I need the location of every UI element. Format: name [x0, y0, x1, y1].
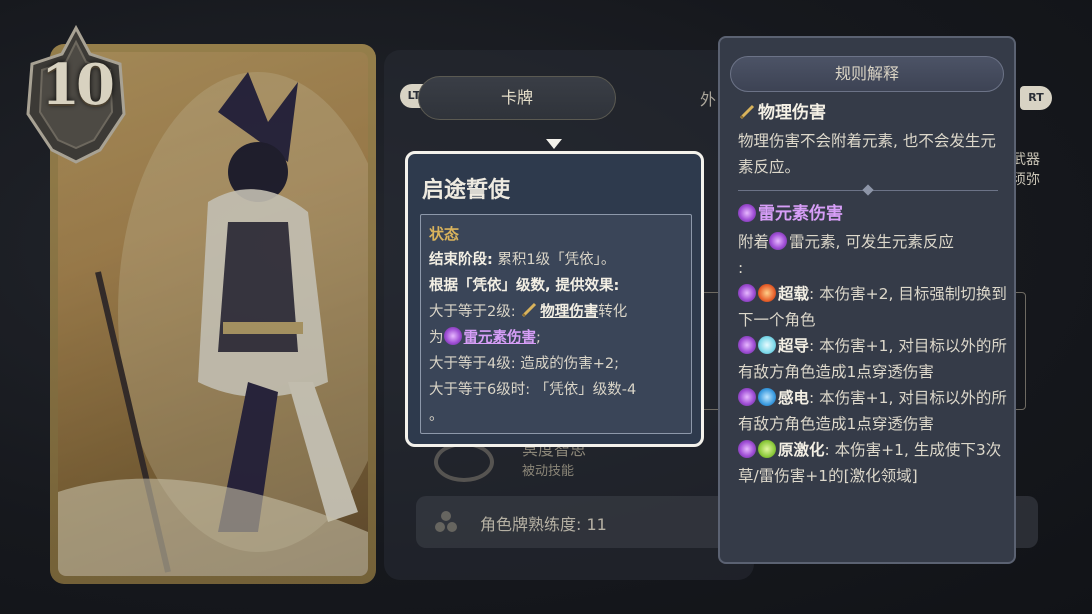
status-section-label: 状态: [429, 225, 460, 243]
level2-mid: 转化: [598, 304, 628, 320]
status-title: 启途誓使: [422, 178, 511, 203]
side-info-line: 须弥: [1012, 172, 1040, 188]
rule-tooltip: 规则解释 物理伤害 物理伤害不会附着元素, 也不会发生元素反应。 雷元素伤害 附…: [718, 36, 1016, 564]
divider: [738, 186, 998, 195]
reaction-name: 超载: [778, 285, 810, 303]
status-line: 大于等于4级: 造成的伤害+2;: [429, 356, 619, 372]
reaction-quicken: 原激化: 本伤害+1, 生成使下3次草/雷伤害+1的[激化领域]: [738, 437, 1008, 489]
electro-icon: [738, 440, 756, 458]
electro-icon: [738, 284, 756, 302]
mastery-icon: [435, 511, 457, 532]
tooltip-pointer-icon: [546, 139, 562, 149]
rt-button[interactable]: RT: [1020, 86, 1052, 110]
reaction-name: 感电: [778, 389, 810, 407]
status-line: 结束阶段: 累积1级「凭依」。: [429, 247, 683, 273]
status-line-bold: 结束阶段:: [429, 252, 493, 268]
physical-section-title: 物理伤害: [738, 98, 1008, 128]
electro-icon: [738, 204, 756, 222]
physical-title-text: 物理伤害: [758, 103, 826, 123]
eye-icon: [434, 442, 494, 482]
side-info-line: 武器: [1012, 152, 1040, 168]
reaction-name: 超导: [778, 337, 810, 355]
electro-desc-pre: 附着: [738, 233, 770, 251]
level2-end: ;: [536, 330, 541, 346]
dendro-icon: [758, 440, 776, 458]
status-line: 为 雷元素伤害;: [429, 325, 683, 351]
status-line: 。: [429, 408, 444, 424]
electro-description: 附着 雷元素, 可发生元素反应: [738, 229, 1008, 255]
physical-description: 物理伤害不会附着元素, 也不会发生元素反应。: [738, 132, 996, 176]
tab-card[interactable]: 卡牌: [418, 76, 616, 120]
rule-body: 物理伤害 物理伤害不会附着元素, 也不会发生元素反应。 雷元素伤害 附着 雷元素,…: [738, 98, 1008, 489]
reaction-electro-charged: 感电: 本伤害+1, 对目标以外的所有敌方角色造成1点穿透伤害: [738, 385, 1008, 437]
level2-for: 为: [429, 330, 444, 346]
side-info: 武器 须弥: [1012, 150, 1040, 190]
reaction-overloaded: 超载: 本伤害+2, 目标强制切换到下一个角色: [738, 281, 1008, 333]
physical-icon: [522, 302, 537, 318]
level2-prefix: 大于等于2级:: [429, 304, 521, 320]
card-cost: 10: [41, 52, 115, 118]
reaction-name: 原激化: [778, 441, 825, 459]
electro-title-text: 雷元素伤害: [758, 204, 843, 224]
pyro-icon: [758, 284, 776, 302]
status-line-bold: 根据「凭依」级数, 提供效果:: [429, 278, 620, 294]
reaction-superconduct: 超导: 本伤害+1, 对目标以外的所有敌方角色造成1点穿透伤害: [738, 333, 1008, 385]
electro-desc-tail: :: [738, 259, 744, 277]
hydro-icon: [758, 388, 776, 406]
tab-other[interactable]: 外: [700, 86, 716, 110]
status-tooltip: 启途誓使 状态 结束阶段: 累积1级「凭依」。 根据「凭依」级数, 提供效果: …: [405, 151, 704, 447]
electro-damage-link[interactable]: 雷元素伤害: [464, 330, 537, 346]
physical-icon: [739, 104, 755, 120]
skill-type: 被动技能: [522, 464, 575, 479]
status-description: 状态 结束阶段: 累积1级「凭依」。 根据「凭依」级数, 提供效果: 大于等于2…: [420, 214, 692, 434]
status-line: 大于等于2级: 物理伤害转化: [429, 299, 683, 325]
electro-section-title: 雷元素伤害: [738, 199, 1008, 229]
status-line-text: 累积1级「凭依」。: [492, 252, 616, 268]
physical-damage-link[interactable]: 物理伤害: [540, 304, 598, 320]
status-line: 根据「凭依」级数, 提供效果:: [429, 273, 683, 299]
electro-icon: [443, 327, 462, 345]
electro-icon: [738, 336, 756, 354]
mastery-label: 角色牌熟练度: 11: [480, 515, 607, 534]
status-line: 大于等于6级时: 「凭依」级数-4: [429, 382, 637, 398]
cryo-icon: [758, 336, 776, 354]
electro-icon: [738, 388, 756, 406]
electro-icon: [769, 232, 788, 250]
electro-desc-post: 雷元素, 可发生元素反应: [789, 233, 954, 251]
rule-header: 规则解释: [730, 56, 1004, 92]
